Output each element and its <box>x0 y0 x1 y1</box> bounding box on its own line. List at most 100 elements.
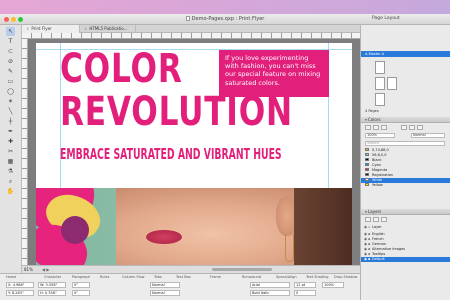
add-point-tool-icon[interactable]: ✚ <box>6 137 15 146</box>
starburst-tool-icon[interactable]: ✶ <box>6 97 15 106</box>
oval-box-tool-icon[interactable]: ◯ <box>6 87 15 96</box>
page-thumbnail-2[interactable] <box>375 77 385 90</box>
page-nav-arrows-icon[interactable]: ◀ ▶ <box>42 266 49 273</box>
height-field[interactable]: H: 0.358" <box>38 290 66 296</box>
new-color-icon[interactable] <box>365 125 371 130</box>
tool-palette: ↖ T ⊂ ⊘ ✎ ▭ ◯ ✶ ╲ ┼ ✒ ✚ ✂ ▦ ⚗ ⌕ ✋ <box>0 25 22 277</box>
color-swatch-row[interactable]: Yellow <box>361 183 450 188</box>
opacity-field[interactable]: 100% <box>365 133 395 138</box>
line-tool-icon[interactable]: ╲ <box>6 107 15 116</box>
style-dropdown[interactable]: Normal <box>150 282 180 288</box>
tab-label: Print Flyer <box>31 26 52 31</box>
measure-tab-frame[interactable]: Frame <box>210 275 221 279</box>
right-panels: A-Master A 4 Pages ▾Colors 100% Normal S… <box>360 25 450 300</box>
layers-panel-header[interactable]: ▾Layers <box>361 209 450 215</box>
swatch-chip <box>365 153 369 157</box>
text-content-tool-icon[interactable]: T <box>6 37 15 46</box>
font-family-dropdown[interactable]: Arial <box>250 282 290 288</box>
document-page[interactable]: COLOR REVOLUTION If you love experimenti… <box>36 43 352 265</box>
delete-color-icon[interactable] <box>381 125 387 130</box>
edit-color-icon[interactable] <box>373 125 379 130</box>
layout-canvas[interactable]: COLOR REVOLUTION If you love experimenti… <box>22 33 360 265</box>
measure-tab-tabs[interactable]: Tabs <box>154 275 162 279</box>
new-layer-icon[interactable] <box>365 217 371 222</box>
item-tool-icon[interactable]: ↖ <box>6 27 15 36</box>
measure-tab-space-align[interactable]: Space/Align <box>276 275 297 279</box>
scissors-tool-icon[interactable]: ✂ <box>6 147 15 156</box>
headline-line-1[interactable]: COLOR <box>60 49 183 89</box>
horizontal-ruler[interactable] <box>22 33 360 39</box>
measure-tab-runaround[interactable]: Runaround <box>242 275 261 279</box>
x-position-field[interactable]: X: 4.988" <box>6 282 34 288</box>
orthogonal-line-tool-icon[interactable]: ┼ <box>6 117 15 126</box>
layer-row-selected[interactable]: ◉▪ Default <box>361 257 450 262</box>
angle-field[interactable]: 0° <box>72 282 90 288</box>
photo-hair <box>294 188 352 265</box>
pen-tool-icon[interactable]: ✎ <box>6 67 15 76</box>
scale-field[interactable]: 100% <box>322 282 344 288</box>
swatch-chip <box>365 163 369 167</box>
measure-tab-column-flow[interactable]: Column Flow <box>122 275 145 279</box>
title-bar: Demo-Pages.qxp : Print Flyer Page Layout <box>0 14 450 25</box>
skew-field[interactable]: 0" <box>72 290 90 296</box>
table-tool-icon[interactable]: ▦ <box>6 157 15 166</box>
measure-tab-text-shading[interactable]: Text Shading <box>306 275 328 279</box>
horizontal-scrollbar[interactable] <box>212 268 272 271</box>
page-thumbnail-4[interactable] <box>375 93 385 106</box>
swatch-chip <box>365 148 369 152</box>
pages-count: 4 Pages <box>365 109 379 113</box>
close-tab-icon[interactable]: × <box>84 26 87 31</box>
y-position-field[interactable]: Y: 8.283" <box>6 290 34 296</box>
width-field[interactable]: W: 3.558" <box>38 282 66 288</box>
colors-panel-header[interactable]: ▾Colors <box>361 117 450 123</box>
master-page-row[interactable]: A-Master A <box>361 51 450 57</box>
linking-tool-icon[interactable]: ⊂ <box>6 47 15 56</box>
edit-layer-icon[interactable] <box>373 217 379 222</box>
font-size-field[interactable]: 12 pt <box>294 282 316 288</box>
zoom-tool-icon[interactable]: ⌕ <box>6 177 15 186</box>
swatch-chip <box>365 158 369 162</box>
zoom-level[interactable]: 81% <box>24 266 33 273</box>
measure-tab-text-box[interactable]: Text Box <box>176 275 191 279</box>
font-style-dropdown[interactable]: Bold Italic <box>250 290 290 296</box>
delete-layer-icon[interactable] <box>381 217 387 222</box>
page-thumbnail-3[interactable] <box>387 77 397 90</box>
picture-content-tool-icon[interactable]: ⊘ <box>6 57 15 66</box>
fashion-photo[interactable] <box>36 188 352 265</box>
colors-panel-title: Colors <box>368 117 381 122</box>
blend-mode-dropdown[interactable]: Normal <box>411 133 445 138</box>
close-tab-icon[interactable]: × <box>26 26 29 31</box>
color-search-input[interactable]: Search <box>365 141 445 146</box>
subheadline[interactable]: EMBRACE SATURATED AND VIBRANT HUES <box>60 145 282 163</box>
measure-tab-drop-shadow[interactable]: Drop Shadow <box>334 275 357 279</box>
vertical-ruler[interactable] <box>22 39 28 265</box>
rectangle-box-tool-icon[interactable]: ▭ <box>6 77 15 86</box>
document-tabs: × Print Flyer × HTML5 Publicatio... <box>22 25 360 33</box>
status-bar: 81% ◀ ▶ <box>22 265 360 273</box>
layer-row[interactable]: ◉▫ Layer <box>361 225 450 230</box>
measure-tab-paragraph[interactable]: Paragraph <box>72 275 90 279</box>
background-color-icon[interactable] <box>417 125 423 130</box>
tab-label: HTML5 Publicatio... <box>89 26 128 31</box>
promo-text: If you love experimenting with fashion, … <box>225 54 321 87</box>
measure-tab-character[interactable]: Character <box>44 275 61 279</box>
headline-line-2[interactable]: REVOLUTION <box>60 92 293 132</box>
page-thumbnail-1[interactable] <box>375 61 385 74</box>
measure-tab-home[interactable]: Home <box>6 275 16 279</box>
swatch-chip <box>365 178 369 182</box>
text-color-icon[interactable] <box>409 125 415 130</box>
tab-html5-publication[interactable]: × HTML5 Publicatio... <box>80 25 136 33</box>
tracking-field[interactable]: 0 <box>294 290 316 296</box>
swatch-chip <box>365 168 369 172</box>
tab-print-flyer[interactable]: × Print Flyer <box>22 25 80 33</box>
char-style-dropdown[interactable]: Normal <box>150 290 180 296</box>
hand-tool-icon[interactable]: ✋ <box>6 187 15 196</box>
master-page-label: A-Master A <box>365 52 385 56</box>
measure-tab-rules[interactable]: Rules <box>100 275 109 279</box>
disclosure-triangle-icon[interactable]: ▾ <box>365 209 367 214</box>
promo-text-box[interactable]: If you love experimenting with fashion, … <box>219 50 329 97</box>
bezier-pen-tool-icon[interactable]: ✒ <box>6 127 15 136</box>
disclosure-triangle-icon[interactable]: ▾ <box>365 117 367 122</box>
eyedropper-tool-icon[interactable]: ⚗ <box>6 167 15 176</box>
frame-color-icon[interactable] <box>401 125 407 130</box>
